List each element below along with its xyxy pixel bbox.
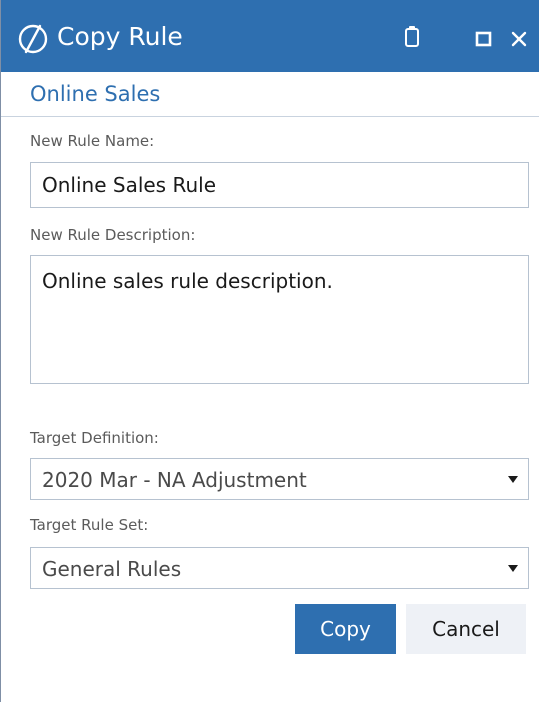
record-header: Online Sales	[1, 72, 539, 117]
rule-description-textarea[interactable]: Online sales rule description.	[30, 255, 529, 384]
dialog-title: Copy Rule	[57, 22, 183, 51]
rule-name-label: New Rule Name:	[30, 132, 155, 150]
maximize-button[interactable]	[473, 22, 495, 56]
target-definition-select[interactable]: 2020 Mar - NA Adjustment	[30, 458, 529, 500]
clipboard-icon	[405, 26, 419, 47]
rule-name-input[interactable]	[30, 162, 529, 208]
target-rule-set-value: General Rules	[42, 557, 182, 581]
close-icon	[511, 31, 527, 47]
target-rule-set-select[interactable]: General Rules	[30, 547, 529, 589]
target-definition-value: 2020 Mar - NA Adjustment	[42, 468, 307, 492]
record-title: Online Sales	[30, 82, 161, 106]
rule-description-label: New Rule Description:	[30, 226, 196, 244]
dialog-titlebar[interactable]: Copy Rule	[1, 0, 539, 72]
cancel-button[interactable]: Cancel	[406, 604, 526, 654]
chevron-down-icon	[508, 565, 518, 572]
rule-logo-icon	[18, 24, 48, 54]
clipboard-button[interactable]	[401, 22, 423, 56]
copy-rule-dialog: Copy Rule Online Sales New Rule Name: Ne…	[0, 0, 539, 702]
target-definition-label: Target Definition:	[30, 429, 159, 447]
chevron-down-icon	[508, 476, 518, 483]
target-rule-set-label: Target Rule Set:	[30, 516, 149, 534]
copy-button[interactable]: Copy	[295, 604, 396, 654]
close-button[interactable]	[507, 22, 531, 56]
maximize-icon	[475, 31, 492, 47]
